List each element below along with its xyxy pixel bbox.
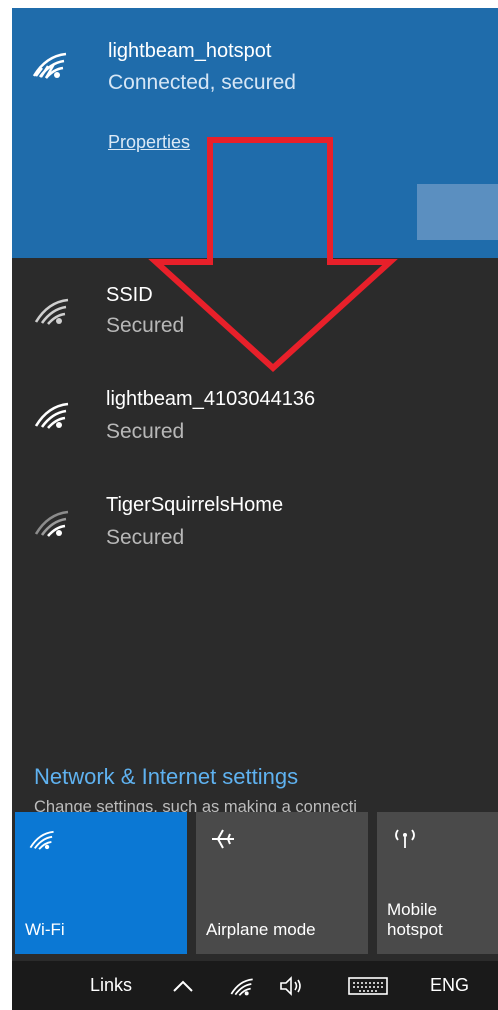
speaker-icon bbox=[280, 975, 301, 996]
wifi-tray-icon bbox=[230, 977, 253, 996]
airplane-icon bbox=[212, 829, 234, 849]
wifi-icon bbox=[29, 830, 54, 850]
wifi-toggle-tile[interactable]: Wi-Fi bbox=[15, 812, 187, 954]
network-flyout: lightbeam_hotspot Connected, secured Pro… bbox=[12, 8, 498, 1010]
connected-network-item[interactable]: lightbeam_hotspot Connected, secured Pro… bbox=[12, 8, 498, 258]
wifi-signal-icon bbox=[34, 510, 69, 537]
show-hidden-icons-button[interactable] bbox=[172, 961, 194, 1010]
touch-keyboard-button[interactable] bbox=[348, 961, 388, 1010]
tile-label: Mobile hotspot bbox=[387, 900, 443, 939]
network-settings-link[interactable]: Network & Internet settings bbox=[34, 764, 298, 790]
chevron-up-icon bbox=[173, 980, 193, 992]
keyboard-icon bbox=[348, 976, 388, 995]
taskbar: Links ENG bbox=[12, 961, 498, 1010]
tile-label: Wi-Fi bbox=[25, 920, 65, 939]
wifi-signal-icon bbox=[34, 402, 69, 429]
properties-link[interactable]: Properties bbox=[108, 132, 190, 153]
network-status: Connected, secured bbox=[108, 71, 296, 94]
mobile-hotspot-icon bbox=[395, 829, 415, 848]
network-status: Secured bbox=[106, 526, 185, 549]
network-name: lightbeam_hotspot bbox=[108, 40, 272, 62]
airplane-mode-tile[interactable]: Airplane mode bbox=[196, 812, 368, 954]
wifi-signal-icon bbox=[34, 298, 69, 325]
network-name: SSID bbox=[106, 284, 153, 306]
network-status: Secured bbox=[106, 314, 185, 337]
volume-tray-button[interactable] bbox=[278, 961, 306, 1010]
network-name: TigerSquirrelsHome bbox=[106, 494, 284, 516]
network-name: lightbeam_4103044136 bbox=[106, 388, 316, 410]
wifi-signal-icon bbox=[32, 52, 67, 79]
taskbar-links-label[interactable]: Links bbox=[90, 961, 132, 1010]
disconnect-button[interactable] bbox=[417, 184, 498, 240]
input-language-button[interactable]: ENG bbox=[430, 961, 469, 1010]
network-status: Secured bbox=[106, 420, 185, 443]
network-tray-button[interactable] bbox=[230, 961, 254, 1010]
mobile-hotspot-tile[interactable]: Mobile hotspot bbox=[377, 812, 498, 954]
tile-label: Airplane mode bbox=[206, 920, 316, 939]
